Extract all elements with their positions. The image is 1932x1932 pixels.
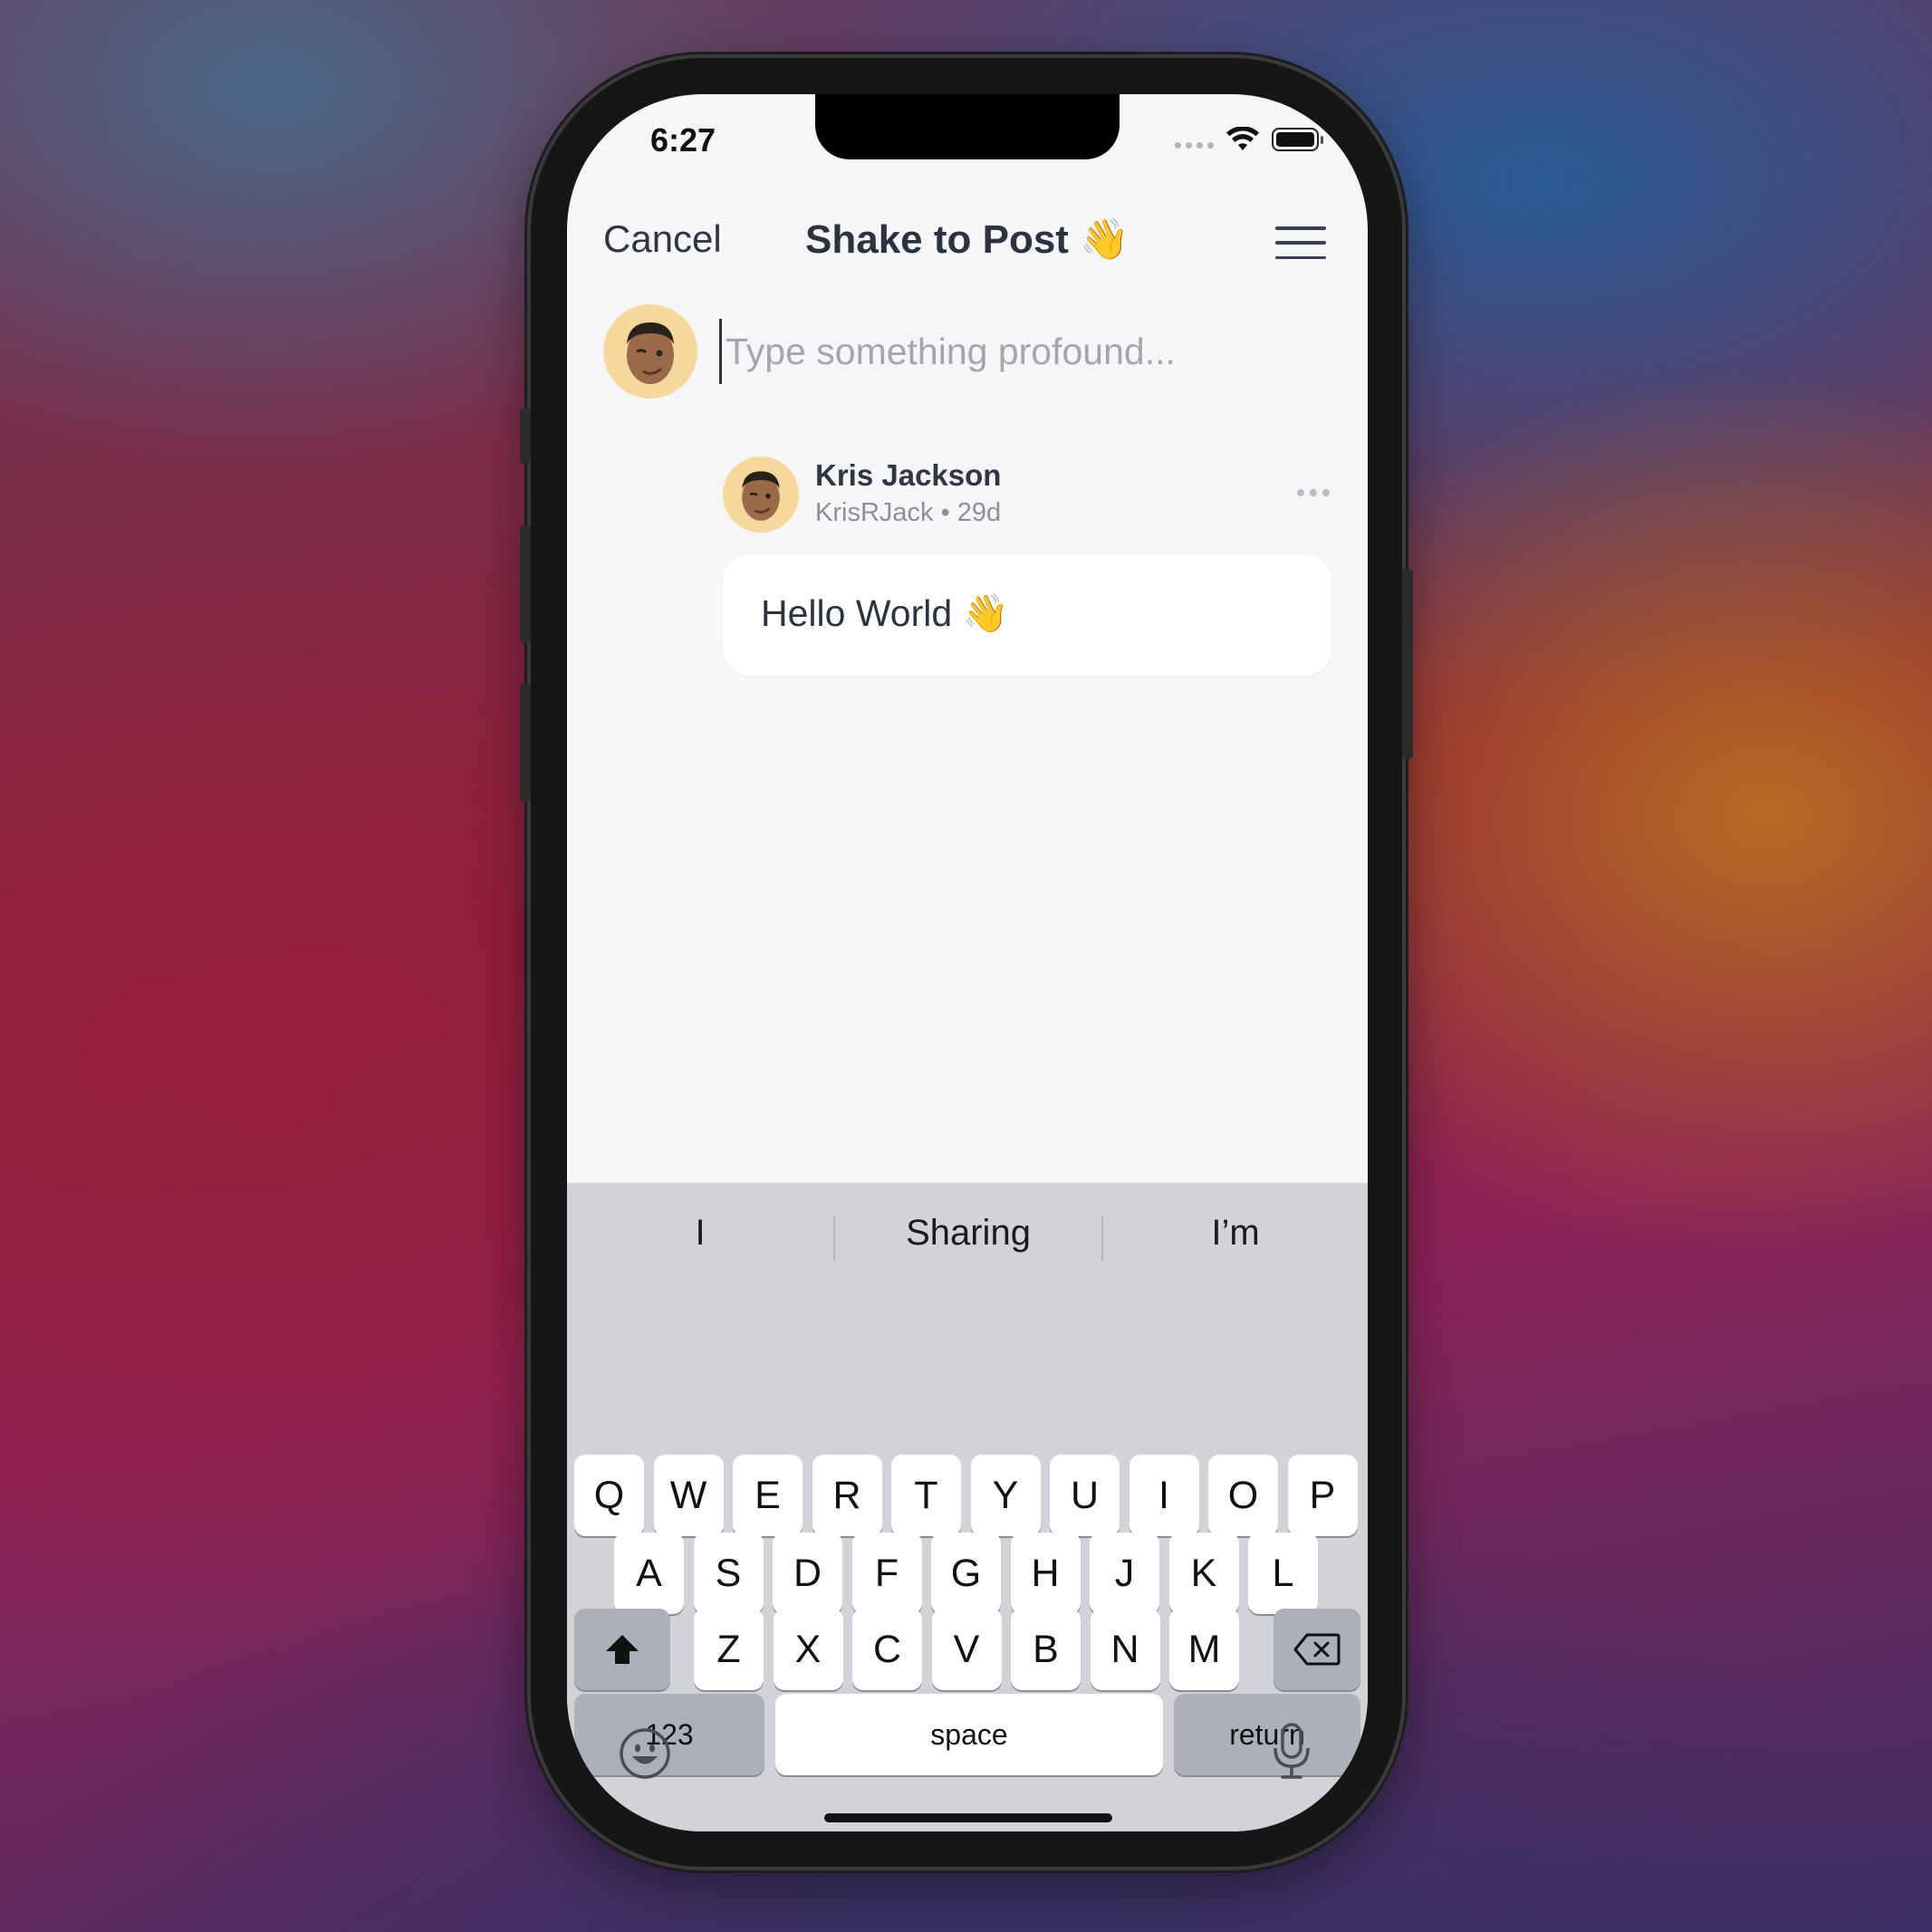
phone-volume-up xyxy=(520,525,531,643)
space-key[interactable]: space xyxy=(775,1694,1163,1775)
key-e[interactable]: E xyxy=(733,1455,803,1536)
key-t[interactable]: T xyxy=(891,1455,961,1536)
key-q[interactable]: Q xyxy=(574,1455,644,1536)
status-time: 6:27 xyxy=(650,121,716,159)
backspace-icon xyxy=(1293,1633,1341,1666)
microphone-icon[interactable] xyxy=(1272,1723,1312,1781)
keyboard: I Sharing I’m QWERTYUIOP ASDFGHJKL ZXCVB… xyxy=(567,1183,1368,1831)
key-h[interactable]: H xyxy=(1010,1533,1081,1614)
key-p[interactable]: P xyxy=(1287,1455,1358,1536)
screen: 6:27 Cancel Shake to Post 👋 Type somethi… xyxy=(567,94,1368,1831)
post-author-avatar[interactable] xyxy=(723,457,799,533)
key-m[interactable]: M xyxy=(1169,1609,1239,1690)
post-author-name[interactable]: Kris Jackson xyxy=(815,458,1001,493)
key-f[interactable]: F xyxy=(851,1533,922,1614)
return-key[interactable]: return xyxy=(1174,1694,1360,1775)
battery-icon xyxy=(1272,128,1323,151)
key-l[interactable]: L xyxy=(1248,1533,1318,1614)
key-w[interactable]: W xyxy=(653,1455,724,1536)
home-indicator xyxy=(824,1813,1112,1822)
key-o[interactable]: O xyxy=(1208,1455,1278,1536)
phone-volume-down xyxy=(520,684,531,802)
phone-power-button xyxy=(1402,569,1413,759)
status-icons xyxy=(1175,127,1323,152)
compose-avatar xyxy=(603,304,697,399)
key-y[interactable]: Y xyxy=(970,1455,1041,1536)
key-k[interactable]: K xyxy=(1168,1533,1239,1614)
key-j[interactable]: J xyxy=(1090,1533,1159,1614)
post-text: Hello World 👋 xyxy=(761,592,1009,634)
post-meta: KrisRJack • 29d xyxy=(815,498,1002,527)
suggestion-3[interactable]: I’m xyxy=(1103,1199,1368,1266)
key-u[interactable]: U xyxy=(1050,1455,1120,1536)
cellular-signal-icon xyxy=(1175,141,1214,149)
key-x[interactable]: X xyxy=(773,1609,843,1690)
key-a[interactable]: A xyxy=(614,1533,684,1614)
key-r[interactable]: R xyxy=(812,1455,882,1536)
compose-input[interactable] xyxy=(719,319,1307,384)
predictive-bar: I Sharing I’m xyxy=(567,1199,1368,1266)
phone-silent-switch xyxy=(520,408,531,464)
memoji-face-icon xyxy=(627,322,674,384)
key-s[interactable]: S xyxy=(693,1533,764,1614)
key-g[interactable]: G xyxy=(931,1533,1001,1614)
key-d[interactable]: D xyxy=(773,1533,842,1614)
emoji-icon[interactable] xyxy=(618,1726,672,1781)
suggestion-2[interactable]: Sharing xyxy=(835,1199,1101,1266)
memoji-face-icon xyxy=(742,471,780,521)
nav-bar: Cancel Shake to Post 👋 xyxy=(567,199,1368,286)
wifi-icon xyxy=(1226,127,1259,150)
key-v[interactable]: V xyxy=(931,1609,1002,1690)
key-z[interactable]: Z xyxy=(694,1609,764,1690)
hamburger-menu-icon[interactable] xyxy=(1275,226,1326,259)
key-n[interactable]: N xyxy=(1090,1609,1160,1690)
page-title: Shake to Post 👋 xyxy=(805,217,1129,262)
notch xyxy=(815,94,1120,159)
post-bubble: Hello World 👋 xyxy=(723,554,1331,676)
key-b[interactable]: B xyxy=(1011,1609,1081,1690)
key-i[interactable]: I xyxy=(1129,1455,1199,1536)
shift-icon xyxy=(606,1635,639,1664)
more-dots-icon[interactable] xyxy=(1297,489,1330,496)
suggestion-1[interactable]: I xyxy=(567,1199,833,1266)
shift-key[interactable] xyxy=(574,1609,670,1690)
delete-key[interactable] xyxy=(1274,1609,1360,1690)
key-c[interactable]: C xyxy=(852,1609,922,1690)
